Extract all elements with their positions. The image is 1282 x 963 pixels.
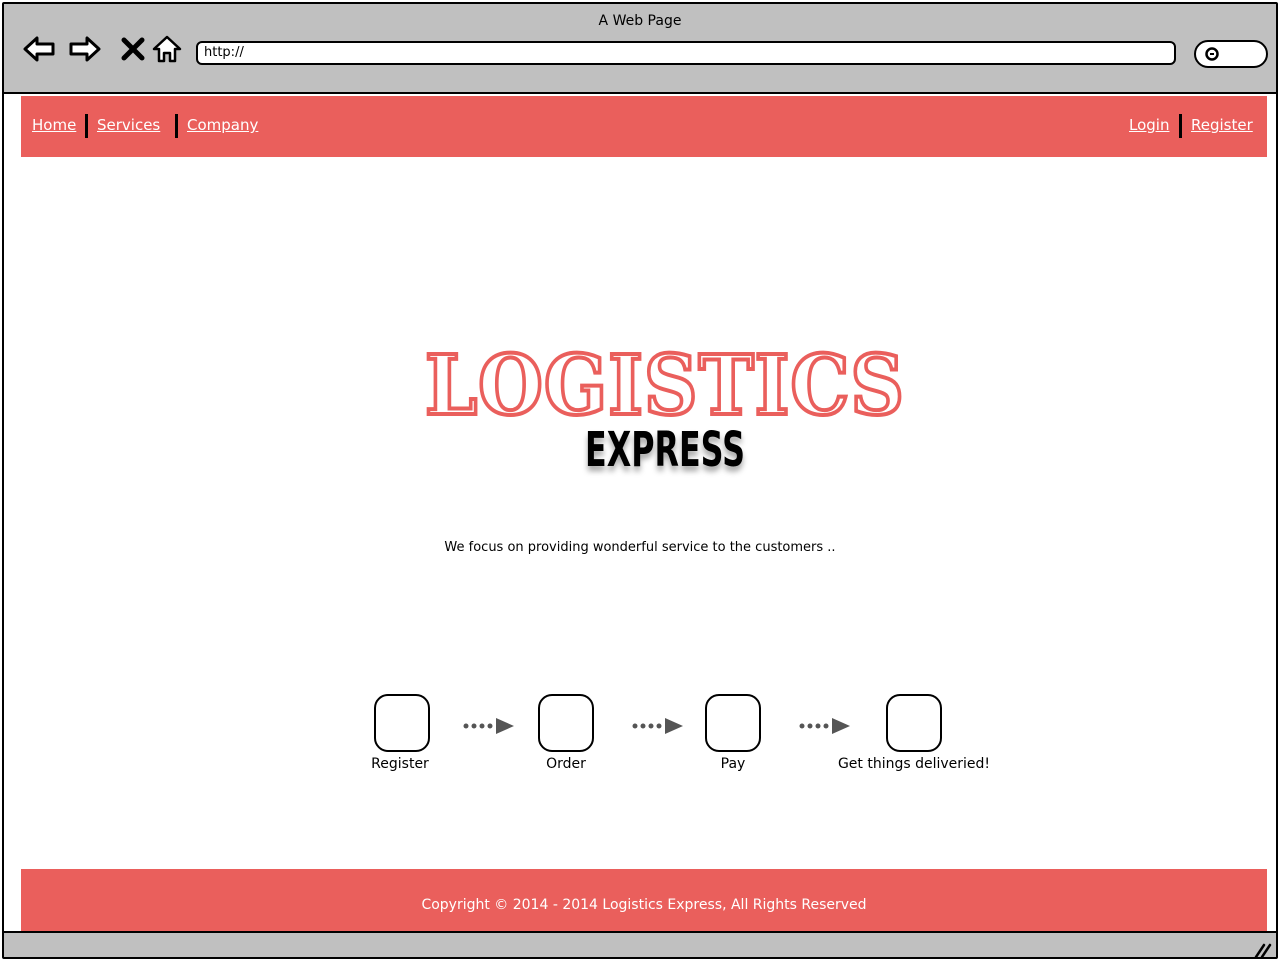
search-button[interactable]: [1194, 40, 1268, 68]
status-bar: [4, 931, 1276, 959]
search-icon: [1205, 47, 1219, 61]
step-label-pay: Pay: [720, 756, 746, 772]
step-order-icon: [538, 694, 594, 752]
step-pay-icon: [705, 694, 761, 752]
stop-icon[interactable]: [116, 32, 150, 66]
logistics-express-logo: LOGISTICS EXPRESS: [423, 336, 906, 478]
nav-company-link[interactable]: Company: [187, 116, 258, 134]
step-label-deliver: Get things deliveried!: [837, 756, 991, 772]
home-icon[interactable]: [150, 32, 184, 66]
nav-home-link[interactable]: Home: [32, 116, 76, 134]
nav-services-link[interactable]: Services: [97, 116, 160, 134]
tagline: We focus on providing wonderful service …: [444, 540, 836, 555]
step-arrow-icon: [632, 718, 683, 734]
nav-divider: [85, 114, 88, 138]
browser-chrome: A Web Page http://: [4, 4, 1276, 94]
nav-register-link[interactable]: Register: [1191, 116, 1253, 134]
step-register-icon: [374, 694, 430, 752]
step-arrow-icon: [463, 718, 514, 734]
logo-subtitle: EXPRESS: [585, 422, 745, 478]
step-label-register: Register: [371, 756, 429, 772]
window-title: A Web Page: [598, 13, 682, 29]
browser-window: A Web Page http:// Home Services Company…: [2, 2, 1278, 959]
copyright-text: Copyright © 2014 - 2014 Logistics Expres…: [421, 897, 867, 913]
back-arrow-icon[interactable]: [22, 32, 56, 66]
nav-divider: [1179, 114, 1182, 138]
forward-arrow-icon[interactable]: [68, 32, 102, 66]
resize-grip-icon[interactable]: [1252, 939, 1272, 959]
logo-title: LOGISTICS: [425, 338, 905, 434]
site-footer: Copyright © 2014 - 2014 Logistics Expres…: [21, 869, 1267, 932]
step-label-order: Order: [546, 756, 586, 772]
step-deliver-icon: [886, 694, 942, 752]
address-bar[interactable]: http://: [196, 41, 1176, 65]
nav-divider: [175, 114, 178, 138]
site-navbar: Home Services Company Login Register: [21, 96, 1267, 157]
step-arrow-icon: [799, 718, 850, 734]
nav-login-link[interactable]: Login: [1129, 116, 1169, 134]
